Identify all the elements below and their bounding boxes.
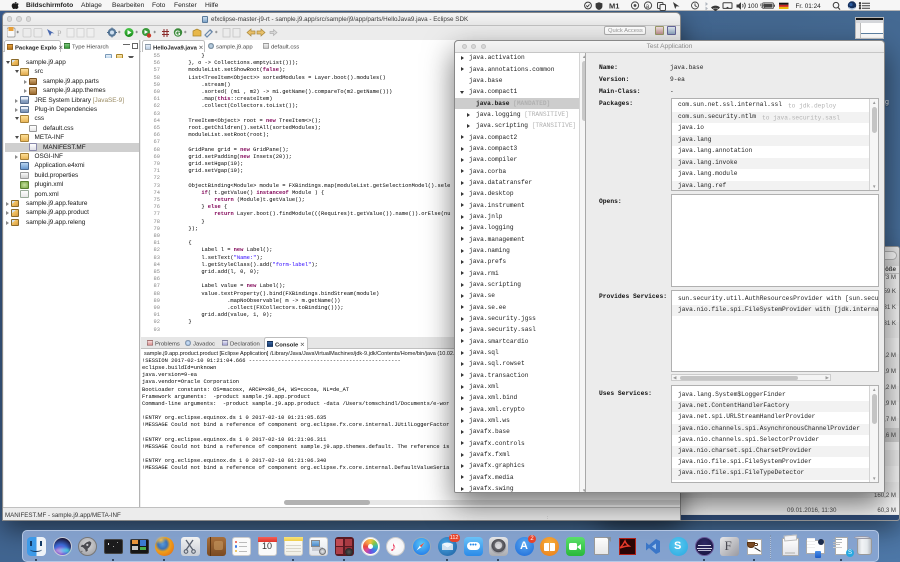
svg-text:G: G [175,30,181,37]
svg-text:P: P [57,29,62,38]
svg-text:100 %: 100 % [748,3,766,10]
svg-text:Fr. 01:24: Fr. 01:24 [796,3,822,10]
svg-text:M1: M1 [609,2,619,11]
